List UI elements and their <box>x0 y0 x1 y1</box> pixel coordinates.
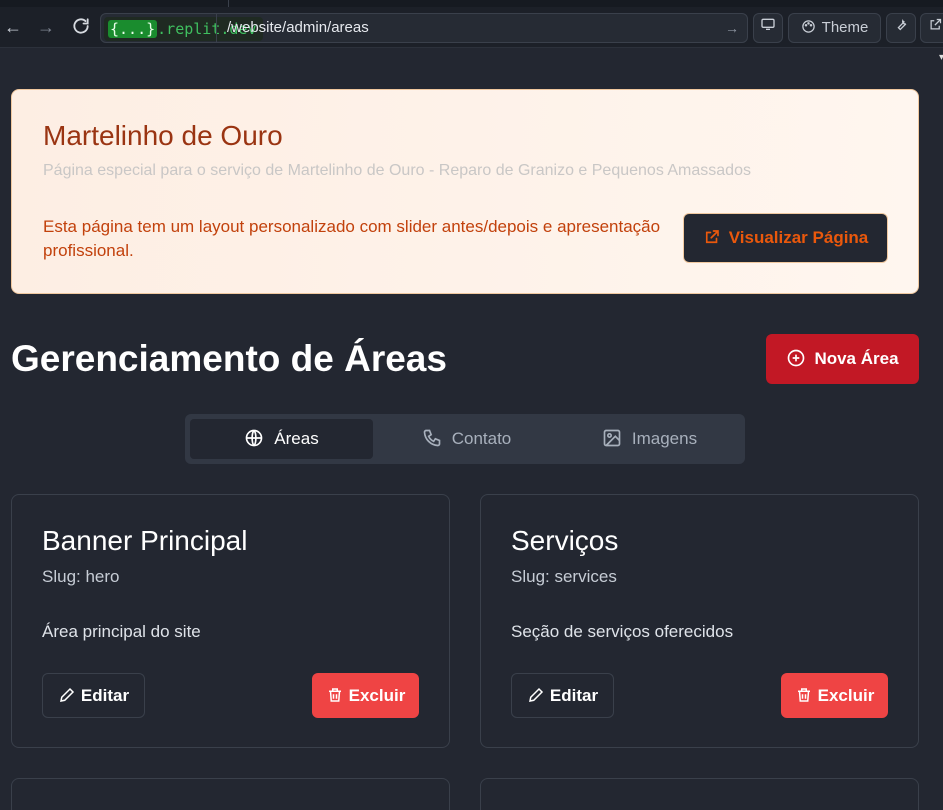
wrench-icon[interactable] <box>886 13 916 43</box>
trash-icon <box>328 688 341 702</box>
globe-icon <box>245 429 263 447</box>
devices-icon[interactable] <box>753 13 783 43</box>
area-card <box>11 778 450 810</box>
tab-strip <box>0 0 943 7</box>
banner-subtitle: Página especial para o serviço de Martel… <box>43 162 751 179</box>
forward-icon[interactable]: → <box>35 16 57 38</box>
card-description: Seção de serviços oferecidos <box>511 622 734 641</box>
scrollbar-marker[interactable]: ▾ <box>939 52 943 63</box>
card-title: Banner Principal <box>42 525 248 556</box>
edit-button[interactable]: Editar <box>511 673 614 718</box>
edit-button[interactable]: Editar <box>42 673 145 718</box>
external-link-icon[interactable] <box>920 13 943 43</box>
pencil-icon <box>59 687 74 702</box>
edit-label: Editar <box>80 686 130 705</box>
delete-label: Excluir <box>348 686 406 705</box>
card-description: Área principal do site <box>42 622 201 641</box>
theme-label: Theme <box>821 19 869 36</box>
tab-list: Áreas Contato Imagens <box>185 414 745 464</box>
tab-areas[interactable]: Áreas <box>190 419 373 459</box>
pencil-icon <box>528 687 543 702</box>
banner-description: Esta página tem um layout personalizado … <box>43 217 661 260</box>
palette-icon <box>801 20 815 33</box>
plus-circle-icon <box>788 349 805 367</box>
area-card <box>480 778 919 810</box>
area-card: Serviços Slug: services Seção de serviço… <box>480 494 919 748</box>
image-icon <box>603 429 621 447</box>
url-path: /website/admin/areas <box>227 19 369 36</box>
url-bar[interactable]: {...} .replit.dev /website/admin/areas → <box>100 13 748 43</box>
card-slug: Slug: services <box>511 567 617 586</box>
tab-contato[interactable]: Contato <box>375 419 558 459</box>
view-page-label: Visualizar Página <box>728 228 869 247</box>
tab-areas-label: Áreas <box>274 429 319 448</box>
reload-icon[interactable] <box>70 16 92 38</box>
card-title: Serviços <box>511 525 619 556</box>
special-page-banner: Martelinho de Ouro Página especial para … <box>11 89 919 294</box>
new-area-label: Nova Área <box>814 349 899 368</box>
theme-button[interactable]: Theme <box>788 13 881 43</box>
tab-imagens[interactable]: Imagens <box>558 419 741 459</box>
view-page-button[interactable]: Visualizar Página <box>683 213 888 263</box>
go-arrow-icon[interactable]: → <box>725 14 739 42</box>
banner-title: Martelinho de Ouro <box>43 120 283 151</box>
delete-button[interactable]: Excluir <box>781 673 888 718</box>
new-area-button[interactable]: Nova Área <box>766 334 919 384</box>
card-slug: Slug: hero <box>42 567 120 586</box>
area-card: Banner Principal Slug: hero Área princip… <box>11 494 450 748</box>
trash-icon <box>797 688 810 702</box>
delete-button[interactable]: Excluir <box>312 673 419 718</box>
external-link-icon <box>705 230 719 244</box>
phone-icon <box>423 429 441 447</box>
page-title: Gerenciamento de Áreas <box>11 338 447 379</box>
back-icon[interactable]: ← <box>2 16 24 38</box>
browser-toolbar: ← → {...} .replit.dev /website/admin/area… <box>0 0 943 48</box>
tab-contato-label: Contato <box>451 429 512 448</box>
edit-label: Editar <box>549 686 599 705</box>
url-domain-brace: {...} <box>108 20 158 38</box>
tab-imagens-label: Imagens <box>631 429 698 448</box>
delete-label: Excluir <box>817 686 875 705</box>
